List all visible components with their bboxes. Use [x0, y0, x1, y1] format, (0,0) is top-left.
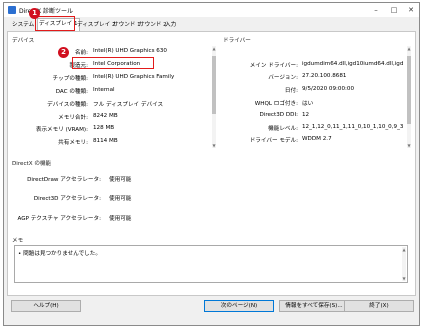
driver-value: WDDM 2.7: [302, 136, 332, 142]
device-heading: デバイス: [12, 38, 35, 44]
memo-heading: メモ: [12, 238, 24, 244]
memo-item-text: 問題は見つかりませんでした。: [23, 251, 101, 257]
scroll-thumb[interactable]: [407, 56, 411, 124]
step-badge-2: 2: [58, 47, 69, 58]
tab-display-2[interactable]: ディスプレイ 2: [76, 20, 117, 30]
device-value: 128 MB: [93, 125, 115, 131]
memo-scrollbar[interactable]: ▲ ▼: [402, 247, 406, 281]
scroll-down-icon[interactable]: ▼: [407, 143, 411, 148]
driver-value: 12: [302, 112, 310, 118]
device-value: 8242 MB: [93, 113, 118, 119]
driver-value: はい: [302, 101, 314, 107]
step-badge-1: 1: [29, 8, 40, 19]
maximize-icon[interactable]: □: [386, 4, 402, 16]
driver-value: igdumdim64.dll,igd10iumd64.dll,igd: [302, 61, 403, 67]
name-highlight-box: [72, 57, 154, 69]
help-button[interactable]: ヘルプ(H): [11, 300, 81, 312]
device-label: 共有メモリ:: [58, 140, 88, 146]
device-label: DAC の種類:: [55, 89, 88, 95]
driver-label: 日付:: [284, 88, 298, 94]
scroll-down-icon[interactable]: ▼: [212, 143, 216, 148]
memo-item: • 問題は見つかりませんでした。: [18, 251, 101, 257]
memo-box: • 問題は見つかりませんでした。 ▲ ▼: [14, 245, 408, 283]
driver-label: Direct3D DDI:: [259, 112, 298, 118]
driver-heading: ドライバー: [223, 38, 251, 44]
device-value: 8114 MB: [93, 138, 118, 144]
feature-label: DirectDraw アクセラレータ:: [27, 177, 101, 183]
feature-value: 使用可能: [109, 216, 132, 222]
window-title: DirectX 診断ツール: [19, 8, 73, 15]
tab-input[interactable]: 入力: [164, 20, 177, 30]
scroll-up-icon[interactable]: ▲: [402, 247, 406, 252]
device-value: Intel(R) UHD Graphics Family: [93, 74, 175, 80]
device-label: メモリ合計:: [58, 115, 88, 121]
display-panel: デバイス 名前: Intel(R) UHD Graphics 630 製造元: …: [7, 31, 416, 296]
scroll-thumb[interactable]: [212, 56, 216, 114]
next-page-button[interactable]: 次のページ(N): [204, 300, 274, 312]
feature-value: 使用可能: [109, 177, 132, 183]
close-icon[interactable]: ✕: [403, 4, 419, 16]
driver-value: 9/5/2020 09:00:00: [302, 86, 355, 92]
device-value: Internal: [93, 87, 115, 93]
tab-highlight-box: [35, 16, 75, 31]
exit-button[interactable]: 終了(X): [344, 300, 414, 312]
driver-value: 27.20.100.8681: [302, 73, 347, 79]
device-label: チップの種類:: [52, 76, 88, 82]
feature-value: 使用可能: [109, 196, 132, 202]
driver-label: WHQL ロゴ付き:: [254, 101, 298, 107]
scroll-down-icon[interactable]: ▼: [402, 276, 406, 281]
driver-label: バージョン:: [268, 75, 298, 81]
save-all-info-button[interactable]: 情報をすべて保存(S)...: [279, 300, 349, 312]
feature-label: Direct3D アクセラレータ:: [33, 196, 101, 202]
device-value: フル ディスプレイ デバイス: [93, 102, 164, 108]
device-value: Intel(R) UHD Graphics 630: [93, 48, 167, 54]
minimize-icon[interactable]: –: [368, 4, 384, 16]
driver-label: ドライバー モデル:: [249, 138, 298, 144]
driver-label: メイン ドライバー:: [249, 63, 298, 69]
title-bar: DirectX 診断ツール – □ ✕: [4, 3, 419, 17]
device-label: デバイスの種類:: [47, 102, 88, 108]
scroll-up-icon[interactable]: ▲: [212, 46, 216, 51]
driver-value: 12_1,12_0,11_1,11_0,10_1,10_0,9_3,9_2: [302, 124, 403, 130]
device-scrollbar[interactable]: ▲ ▼: [212, 46, 216, 148]
driver-scrollbar[interactable]: ▲ ▼: [407, 46, 411, 148]
tab-system[interactable]: システム: [11, 20, 35, 30]
feature-label: AGP テクスチャ アクセラレータ:: [17, 216, 102, 222]
features-heading: DirectX の機能: [12, 161, 52, 167]
device-label: 名前:: [74, 50, 88, 56]
directx-app-icon: [8, 6, 16, 14]
scroll-up-icon[interactable]: ▲: [407, 46, 411, 51]
device-label: 表示メモリ (VRAM):: [35, 127, 88, 133]
driver-label: 機能レベル:: [268, 126, 298, 132]
